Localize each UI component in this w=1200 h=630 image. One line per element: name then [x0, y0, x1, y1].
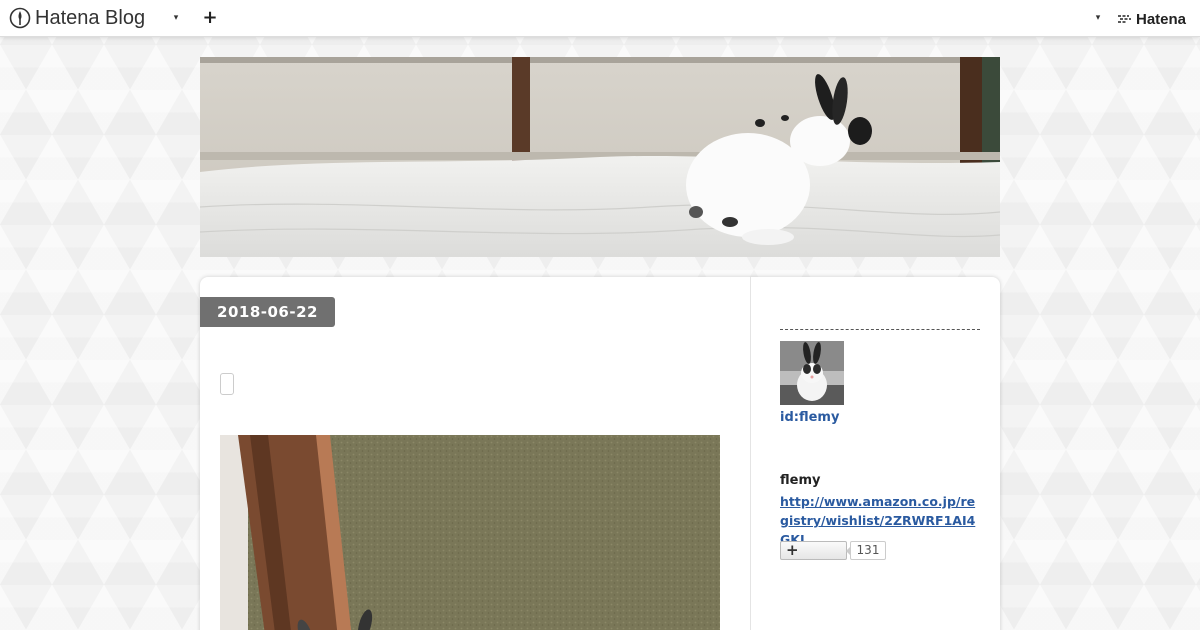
reader-count: 131 — [846, 541, 886, 560]
content-box: 2018-06-22 id:flemy flemy http://www.ama… — [200, 277, 1000, 630]
plus-icon[interactable]: + — [202, 9, 218, 27]
rabbit-header-photo — [200, 57, 1000, 257]
plus-icon: + — [786, 541, 799, 559]
entry-date-badge[interactable]: 2018-06-22 — [200, 297, 335, 327]
profile-id-link[interactable]: id:flemy — [780, 410, 839, 425]
entry-photo — [220, 435, 720, 630]
entry-title-placeholder[interactable] — [220, 373, 234, 395]
top-navbar: Hatena Blog ▾ + ▾ Hatena — [0, 0, 1200, 37]
caret-down-icon[interactable]: ▾ — [171, 12, 181, 24]
entry-column: 2018-06-22 — [200, 277, 751, 630]
hatena-label: Hatena — [1136, 10, 1187, 28]
avatar-image — [780, 341, 844, 405]
caret-down-icon[interactable]: ▾ — [1093, 12, 1103, 24]
subscribe-button[interactable]: + — [780, 541, 847, 560]
sidebar-divider — [780, 329, 980, 330]
hatena-link[interactable]: Hatena — [1117, 9, 1186, 29]
profile-name: flemy — [780, 473, 821, 488]
hatena-logo-icon — [1118, 15, 1131, 23]
blog-header-image[interactable] — [200, 57, 1000, 257]
rabbit-entry-photo — [220, 435, 720, 630]
brand-label: Hatena Blog — [35, 6, 146, 29]
sidebar: id:flemy flemy http://www.amazon.co.jp/r… — [780, 277, 980, 630]
profile-avatar[interactable] — [780, 341, 844, 405]
hatena-blog-brand[interactable]: Hatena Blog — [9, 6, 145, 30]
hatena-blog-logo-icon — [9, 7, 31, 29]
